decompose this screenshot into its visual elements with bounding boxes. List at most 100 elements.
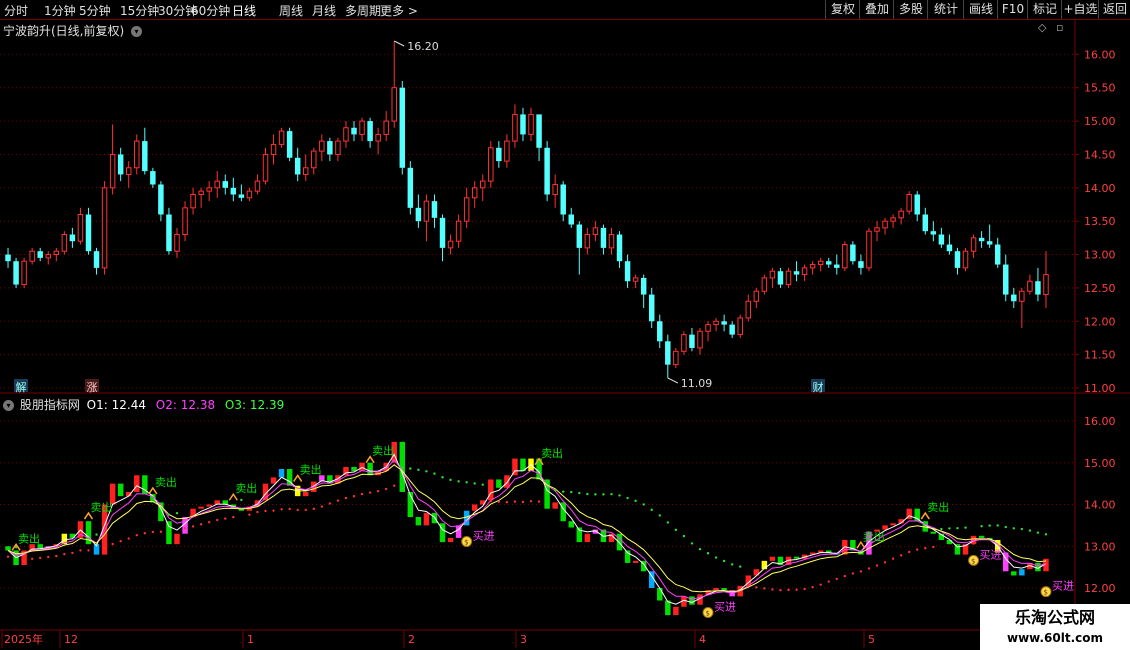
main-chart-title[interactable]: 宁波韵升(日线,前复权): [3, 24, 124, 38]
chevron-down-icon[interactable]: ▾: [131, 26, 143, 37]
trend-dot: [505, 501, 509, 504]
candle-body: [761, 277, 768, 292]
candle-body: [745, 300, 752, 319]
trend-dot: [795, 588, 798, 591]
time-axis: 2025年 12 1 2 3 4 5: [1, 630, 875, 648]
candle-body: [480, 180, 486, 189]
trend-dot: [594, 493, 597, 496]
price-tick-label: 11.50: [1084, 349, 1116, 362]
trend-dot: [449, 478, 452, 482]
indicator-bar: [978, 535, 985, 538]
candle-body: [302, 167, 309, 175]
o3-value: O3: 12.39: [224, 398, 285, 412]
trend-dot: [924, 546, 927, 550]
trend-dot: [240, 498, 243, 502]
trend-dot: [376, 489, 380, 493]
trend-dot: [336, 499, 340, 502]
trend-dot: [352, 495, 356, 498]
trend-dot: [779, 588, 782, 592]
indicator-bar: [882, 525, 888, 530]
candle-body: [399, 87, 406, 168]
candle-body: [504, 140, 510, 162]
indicator-bar: [134, 475, 140, 492]
candle-body: [922, 214, 929, 232]
trend-dot: [417, 468, 420, 472]
time-label: 3: [520, 633, 527, 646]
trend-dot: [384, 487, 388, 491]
indicator-bar: [930, 531, 937, 534]
indicator-bar: [890, 523, 896, 526]
candle-body: [817, 260, 824, 266]
trend-dot: [988, 524, 991, 527]
candle-body: [262, 153, 269, 182]
candle-body: [914, 194, 920, 215]
candle-body: [1019, 290, 1025, 302]
diamond-icon[interactable]: ◇: [1038, 21, 1046, 34]
price-tick-label: 12.00: [1084, 315, 1116, 328]
trend-dot: [224, 517, 227, 520]
price-tick-label: 14.00: [1084, 182, 1116, 195]
candle-body: [391, 87, 397, 122]
trend-dot: [296, 508, 299, 512]
settings-icon[interactable]: ▾: [3, 400, 14, 411]
trend-dot: [127, 537, 130, 540]
candle-body: [858, 261, 864, 268]
candle-body: [431, 201, 438, 218]
trend-dot: [851, 572, 855, 575]
candle-body: [640, 277, 647, 295]
candle-body: [705, 324, 711, 332]
candle-body: [53, 250, 60, 256]
indicator-bar: [471, 504, 478, 511]
watermark: 乐淘公式网 www.60lt.com: [980, 604, 1130, 650]
candle-body: [423, 200, 430, 222]
candle-body: [1011, 294, 1017, 302]
candle-body: [536, 114, 542, 148]
indicator-bar: [117, 483, 124, 497]
candle-body: [681, 334, 687, 352]
indicator-title[interactable]: 股朋指标网: [20, 398, 80, 412]
candle-body: [962, 250, 969, 269]
indicator-bar: [488, 479, 494, 501]
trend-dot: [39, 556, 42, 560]
trend-dot: [6, 555, 10, 558]
indicator-bar: [632, 560, 639, 563]
candle-body: [278, 130, 285, 145]
candle-body: [528, 113, 534, 135]
trend-dot: [755, 586, 758, 589]
trend-dot: [199, 523, 203, 526]
candle-body: [552, 183, 558, 195]
trend-dot: [513, 500, 517, 503]
trend-dot: [1028, 529, 1032, 532]
trend-dot: [441, 476, 444, 479]
time-label: 12: [64, 633, 78, 646]
candle-body: [713, 320, 719, 326]
indicator-bar: [584, 533, 591, 543]
candle-body: [834, 264, 840, 268]
trend-dot: [980, 525, 983, 528]
candle-body: [994, 244, 1001, 265]
event-marker-unlock[interactable]: 解: [14, 379, 28, 394]
trend-dot: [578, 491, 581, 495]
candle-body: [407, 167, 414, 208]
trend-dot: [859, 570, 863, 573]
trend-dot: [135, 533, 138, 537]
event-marker-rise[interactable]: 涨: [85, 379, 99, 394]
trend-dot: [87, 549, 90, 552]
trend-dot: [545, 485, 549, 489]
trend-dot: [175, 511, 179, 515]
indicator-tick-label: 12.00: [1084, 582, 1116, 595]
trend-dot: [30, 557, 34, 560]
trend-dot: [280, 508, 283, 511]
trend-dot: [634, 499, 637, 503]
candle-body: [866, 230, 872, 269]
event-marker-finance[interactable]: 财: [811, 379, 825, 394]
settings-icon[interactable]: ▫: [1056, 21, 1063, 34]
trend-dot: [272, 509, 275, 512]
sell-signal-label: 卖出: [300, 462, 322, 476]
trend-dot: [787, 588, 790, 592]
trend-dot: [714, 556, 718, 559]
indicator-bar: [552, 502, 558, 509]
candle-body: [673, 350, 679, 366]
trend-dot: [465, 481, 468, 484]
trend-dot: [940, 527, 943, 531]
